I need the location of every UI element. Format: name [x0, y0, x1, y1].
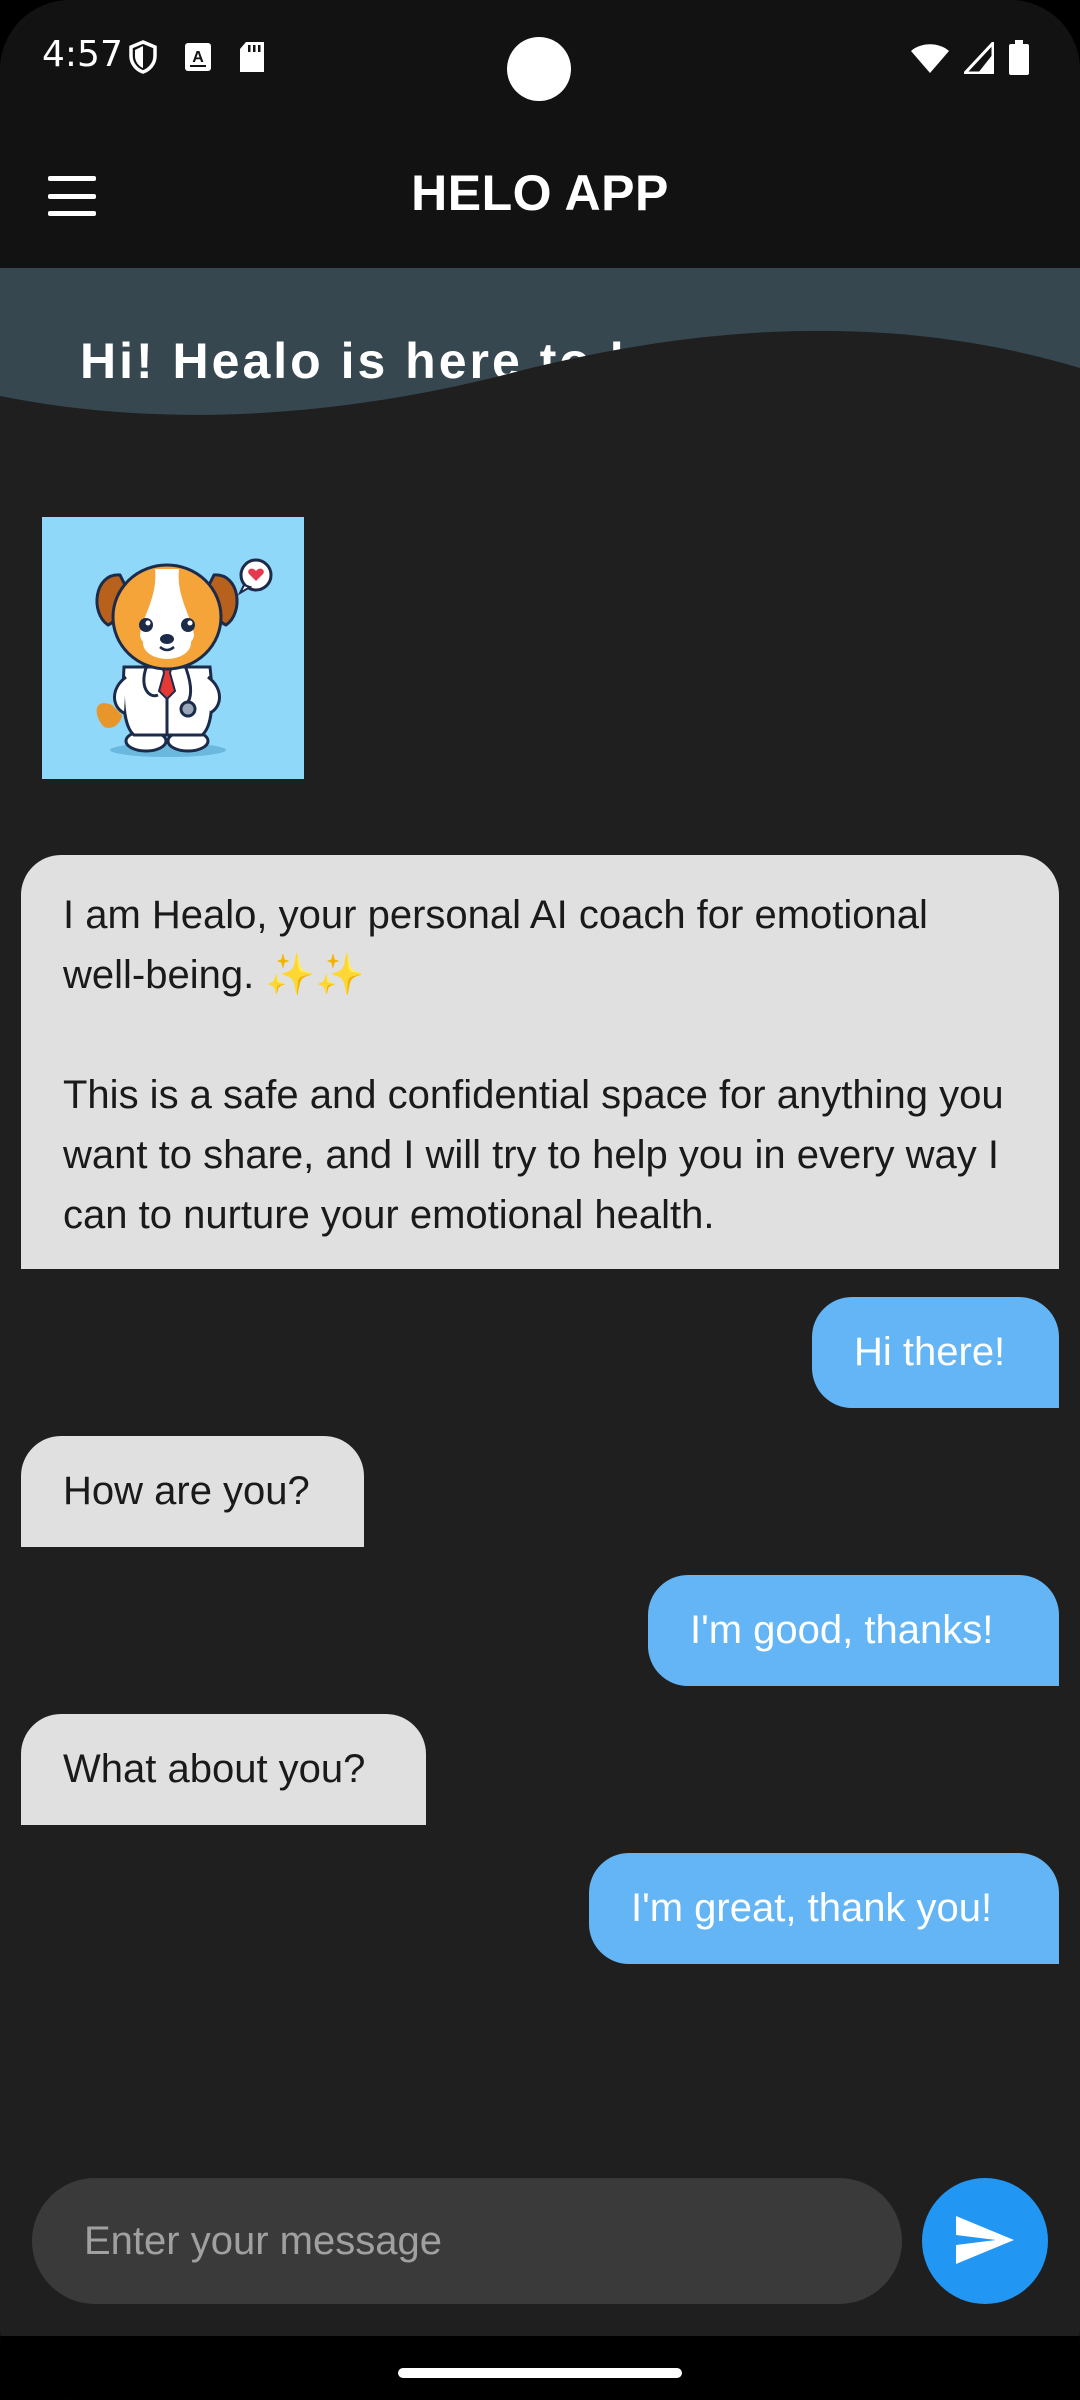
sd-card-icon — [238, 41, 266, 77]
dog-doctor-avatar — [42, 517, 304, 779]
battery-icon — [1008, 40, 1030, 80]
bot-message-bubble: How are you? — [21, 1436, 364, 1547]
send-icon — [954, 2214, 1016, 2269]
user-message-text: I'm good, thanks! — [690, 1608, 994, 1652]
bot-message-bubble: I am Healo, your personal AI coach for e… — [21, 855, 1059, 1269]
bot-message-text: I am Healo, your personal AI coach for e… — [63, 893, 928, 997]
user-message-text: Hi there! — [854, 1330, 1006, 1374]
app-bar: HELO APP — [0, 120, 1080, 268]
bot-message-text: What about you? — [63, 1747, 366, 1791]
banner-wave-overlay — [0, 330, 1080, 428]
status-bar: 4:57 A — [0, 0, 1080, 120]
phone-screen: 4:57 A HELO APP Hi! Healo is here to hel… — [0, 0, 1080, 2400]
bot-message-text: How are you? — [63, 1469, 310, 1513]
status-icons-right — [910, 39, 1030, 80]
message-input[interactable] — [32, 2178, 902, 2304]
greeting-banner: Hi! Healo is here to help you — [0, 268, 1080, 428]
wifi-icon — [910, 42, 950, 78]
user-message-bubble: I'm good, thanks! — [648, 1575, 1059, 1686]
shield-icon — [128, 40, 158, 78]
message-input-container — [32, 2178, 902, 2304]
user-message-bubble: I'm great, thank you! — [589, 1853, 1059, 1964]
send-button[interactable] — [922, 2178, 1048, 2304]
user-message-text: I'm great, thank you! — [631, 1886, 993, 1930]
svg-text:A: A — [192, 49, 204, 66]
signal-icon — [961, 39, 995, 78]
system-navigation-bar — [0, 2336, 1080, 2400]
status-icons-left: A — [128, 40, 266, 78]
user-message-bubble: Hi there! — [812, 1297, 1059, 1408]
status-time: 4:57 — [42, 34, 123, 75]
bot-message-text: This is a safe and confidential space fo… — [63, 1073, 1004, 1237]
camera-cutout — [507, 37, 571, 101]
bot-message-bubble: What about you? — [21, 1714, 426, 1825]
app-title: HELO APP — [411, 165, 669, 221]
keyboard-a-icon: A — [184, 42, 212, 76]
home-indicator[interactable] — [398, 2368, 682, 2378]
